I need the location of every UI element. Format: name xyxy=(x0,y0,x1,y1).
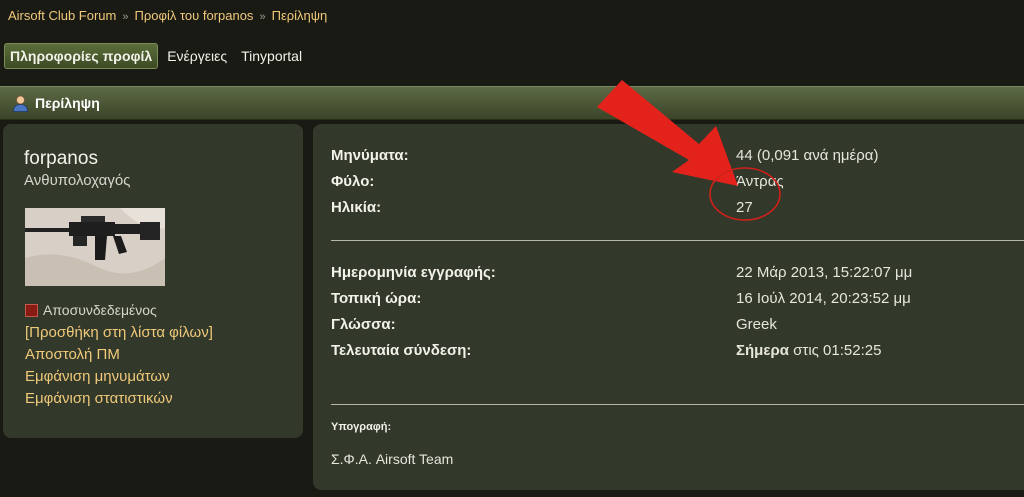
stat-value: Σήμερα στις 01:52:25 xyxy=(736,342,881,359)
stat-label: Τελευταία σύνδεση: xyxy=(331,342,472,359)
user-rank: Ανθυπολοχαγός xyxy=(24,172,131,189)
offline-status-icon xyxy=(25,303,38,317)
username: forpanos xyxy=(24,148,98,169)
tab-tinyportal[interactable]: Tinyportal xyxy=(236,44,307,68)
show-stats-link[interactable]: Εμφάνιση στατιστικών xyxy=(25,388,213,410)
stat-label: Μηνύματα: xyxy=(331,147,409,164)
breadcrumb: Airsoft Club Forum » Προφίλ του forpanos » Π… xyxy=(8,8,327,23)
stat-value: 16 Ιούλ 2014, 20:23:52 μμ xyxy=(736,290,911,307)
section-header: Περίληψη xyxy=(0,86,1024,120)
send-pm-link[interactable]: Αποστολή ΠΜ xyxy=(25,344,213,366)
stat-value: 27 xyxy=(736,199,753,216)
profile-sidebar: forpanos Ανθυπολοχαγός Αποσυνδεδεμένος [… xyxy=(3,124,303,438)
breadcrumb-separator: » xyxy=(259,11,266,23)
stat-label: Ημερομηνία εγγραφής: xyxy=(331,264,496,281)
stat-label: Ηλικία: xyxy=(331,199,382,216)
stat-label: Γλώσσα: xyxy=(331,316,396,333)
profile-actions: [Προσθήκη στη λίστα φίλων] Αποστολή ΠΜ Ε… xyxy=(25,322,213,410)
last-active-time: στις 01:52:25 xyxy=(788,342,882,359)
stat-value: 22 Μάρ 2013, 15:22:07 μμ xyxy=(736,264,913,281)
section-title: Περίληψη xyxy=(35,95,100,111)
profile-details: Μηνύματα: 44 (0,091 ανά ημέρα) Φύλο: Άντ… xyxy=(313,124,1024,490)
stat-label: Τοπική ώρα: xyxy=(331,290,422,307)
last-active-day: Σήμερα xyxy=(736,342,789,359)
online-status: Αποσυνδεδεμένος xyxy=(25,302,157,318)
profile-tabs: Πληροφορίες προφίλ Ενέργειες Tinyportal xyxy=(4,43,307,69)
add-buddy-link[interactable]: [Προσθήκη στη λίστα φίλων] xyxy=(25,322,213,344)
signature-text: Σ.Φ.Α. Airsoft Team xyxy=(331,451,454,467)
user-icon xyxy=(12,95,29,112)
breadcrumb-forum-link[interactable]: Airsoft Club Forum xyxy=(8,8,116,23)
stat-value: 44 (0,091 ανά ημέρα) xyxy=(736,147,879,164)
signature-label: Υπογραφή: xyxy=(331,421,392,433)
stat-label: Φύλο: xyxy=(331,173,375,190)
breadcrumb-summary-link[interactable]: Περίληψη xyxy=(272,8,328,23)
tab-actions[interactable]: Ενέργειες xyxy=(162,44,232,68)
avatar xyxy=(25,208,165,286)
breadcrumb-separator: » xyxy=(122,11,129,23)
stat-value: Greek xyxy=(736,316,777,333)
breadcrumb-profile-link[interactable]: Προφίλ του forpanos xyxy=(135,8,254,23)
divider xyxy=(331,404,1024,405)
show-posts-link[interactable]: Εμφάνιση μηνυμάτων xyxy=(25,366,213,388)
divider xyxy=(331,240,1024,241)
tab-profile-info[interactable]: Πληροφορίες προφίλ xyxy=(4,43,159,69)
status-text: Αποσυνδεδεμένος xyxy=(43,302,157,318)
stat-value: Άντρας xyxy=(736,173,784,190)
